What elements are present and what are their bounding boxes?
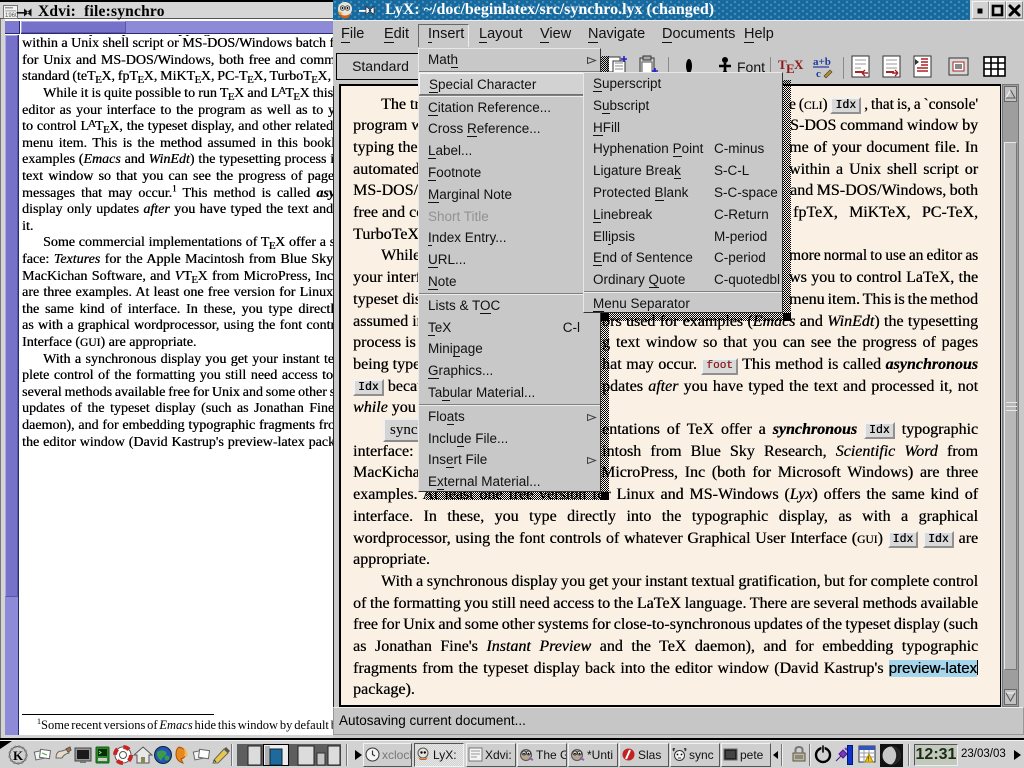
svg-text:X: X [794, 57, 804, 72]
svg-text:c: c [816, 68, 821, 80]
svg-text:K: K [13, 748, 24, 763]
svg-text:a+b: a+b [813, 56, 831, 68]
